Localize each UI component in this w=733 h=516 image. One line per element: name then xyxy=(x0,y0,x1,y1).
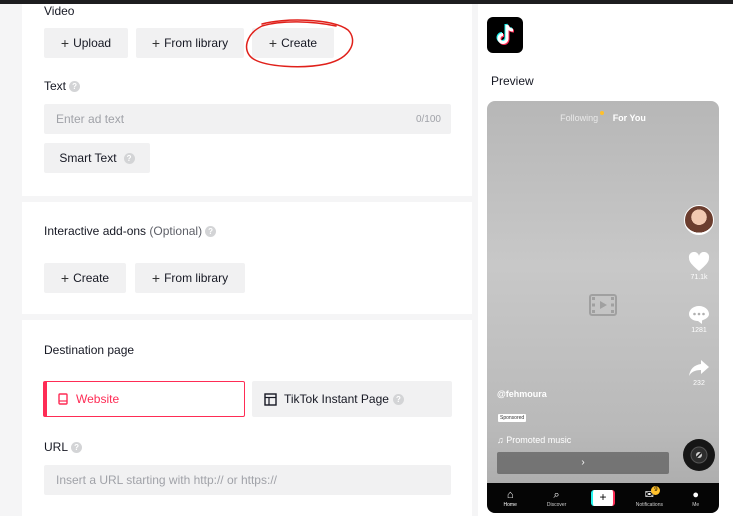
bottom-nav: ⌂ Home ⌕ Discover + ✉ 9 Notifications ● … xyxy=(487,483,719,513)
tab-following: Following xyxy=(560,113,599,123)
plus-icon: + xyxy=(60,270,70,286)
addons-from-library-label: From library xyxy=(164,271,229,285)
live-dot xyxy=(600,111,604,115)
preview-label: Preview xyxy=(491,74,534,88)
ad-text-placeholder: Enter ad text xyxy=(56,112,125,126)
red-circle-annotation xyxy=(245,19,354,68)
share-count: 232 xyxy=(693,380,705,387)
text-section-label: Text? xyxy=(44,79,81,93)
notifications-badge: 9 xyxy=(651,485,661,495)
destination-panel: Destination page Website TikTok Instant … xyxy=(22,320,472,516)
url-input[interactable]: Insert a URL starting with http:// or ht… xyxy=(44,465,451,495)
plus-icon: + xyxy=(151,35,161,51)
addons-section-label: Interactive add-ons (Optional)? xyxy=(44,224,217,238)
comment-count: 1281 xyxy=(691,327,707,334)
help-icon[interactable]: ? xyxy=(71,442,83,454)
smart-text-label: Smart Text xyxy=(59,151,117,165)
video-from-library-label: From library xyxy=(164,36,229,50)
nav-discover-label: Discover xyxy=(546,501,567,508)
website-icon xyxy=(58,393,68,405)
upload-button-label: Upload xyxy=(73,36,112,50)
nav-me: ● Me xyxy=(676,489,716,508)
upload-button[interactable]: + Upload xyxy=(44,28,128,58)
like-count: 71.1k xyxy=(690,274,708,281)
sponsored-badge: Sponsored xyxy=(498,414,527,422)
plus-icon: + xyxy=(60,35,70,51)
comment-action: 1281 xyxy=(684,305,714,334)
video-from-library-button[interactable]: + From library xyxy=(136,28,244,58)
help-icon: ? xyxy=(392,393,404,405)
text-section-title: Text xyxy=(44,79,67,93)
instant-page-label: TikTok Instant Page xyxy=(284,392,389,406)
help-icon[interactable]: ? xyxy=(205,226,217,238)
video-section-label: Video xyxy=(44,4,75,18)
nav-home-label: Home xyxy=(503,501,517,508)
nav-notifications: ✉ 9 Notifications xyxy=(629,485,669,508)
video-placeholder-icon xyxy=(589,294,617,316)
addons-from-library-button[interactable]: + From library xyxy=(135,263,245,293)
share-action: 232 xyxy=(684,358,714,387)
home-icon: ⌂ xyxy=(506,488,514,501)
ad-text-counter: 0/100 xyxy=(415,113,441,125)
heart-icon xyxy=(688,251,710,271)
cta-bar: › xyxy=(497,452,669,474)
help-icon[interactable]: ? xyxy=(69,81,81,93)
nav-home: ⌂ Home xyxy=(490,489,530,508)
music-label: Promoted music xyxy=(506,435,572,445)
nav-discover: ⌕ Discover xyxy=(537,489,577,508)
addons-panel: Interactive add-ons (Optional)? + Create… xyxy=(22,202,472,314)
share-icon xyxy=(689,360,709,376)
website-option[interactable]: Website xyxy=(43,381,245,417)
destination-section-label: Destination page xyxy=(44,343,135,357)
create-plus-icon: + xyxy=(590,490,615,506)
url-label: URL xyxy=(44,440,69,454)
website-option-label: Website xyxy=(76,392,120,406)
creator-handle: @fehmoura xyxy=(497,389,547,399)
smart-text-button[interactable]: Smart Text ? xyxy=(44,143,150,173)
url-placeholder: Insert a URL starting with http:// or ht… xyxy=(56,473,277,487)
addons-create-button[interactable]: + Create xyxy=(44,263,126,293)
tiktok-logo xyxy=(487,17,523,53)
instant-page-icon xyxy=(264,392,277,406)
inbox-icon: ✉ xyxy=(644,488,654,501)
addons-create-label: Create xyxy=(73,271,110,285)
nav-notifications-label: Notifications xyxy=(635,501,663,508)
profile-icon: ● xyxy=(692,488,700,501)
help-icon: ? xyxy=(123,152,135,164)
disc-icon xyxy=(690,446,708,464)
music-row: ♫ Promoted music xyxy=(497,435,571,445)
tiktok-note-icon xyxy=(496,23,515,45)
music-disc-icon xyxy=(683,439,715,471)
addons-title: Interactive add-ons xyxy=(44,224,147,238)
instant-page-option[interactable]: TikTok Instant Page ? xyxy=(252,381,452,417)
like-action: 71.1k xyxy=(684,251,714,281)
tab-for-you: For You xyxy=(612,113,646,123)
comment-icon xyxy=(689,306,709,324)
nav-create: + xyxy=(583,490,623,506)
search-icon: ⌕ xyxy=(553,488,560,501)
music-note-icon: ♫ xyxy=(497,435,504,445)
nav-me-label: Me xyxy=(692,501,700,508)
addons-optional: (Optional) xyxy=(149,224,203,238)
phone-preview: Following For You 71.1k 1281 232 @fehmou… xyxy=(487,101,719,513)
url-label-row: URL? xyxy=(44,440,83,454)
plus-icon: + xyxy=(151,270,161,286)
ad-text-input[interactable]: Enter ad text 0/100 xyxy=(44,104,451,134)
creator-avatar xyxy=(684,205,714,235)
